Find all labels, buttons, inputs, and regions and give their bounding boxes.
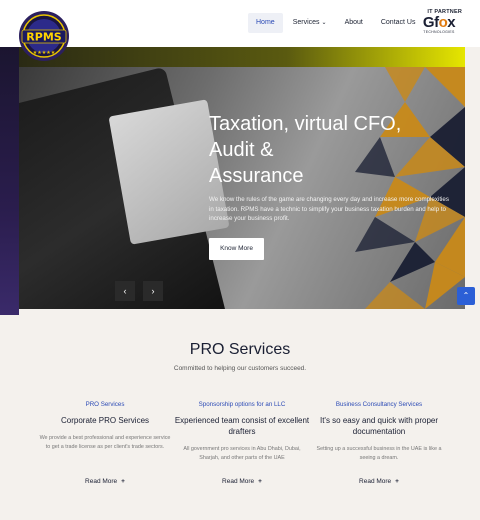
plus-icon: + <box>258 478 262 485</box>
section-subtitle: Committed to helping our customers succe… <box>173 365 307 372</box>
service-heading: It's so easy and quick with proper docum… <box>319 416 439 436</box>
left-decor-strip <box>0 47 19 315</box>
service-text: All government pro services in Abu Dhabi… <box>183 446 301 461</box>
read-more-link[interactable]: Read More + <box>174 478 310 485</box>
service-card: Sponsorship options for an LLC Experienc… <box>174 401 310 463</box>
service-text: Setting up a successful business in the … <box>316 446 442 461</box>
chevron-right-icon: › <box>151 286 155 296</box>
logo-text: RPMS <box>26 31 61 44</box>
nav-services[interactable]: Services ⌄ <box>285 13 335 33</box>
nav-home[interactable]: Home <box>248 13 283 33</box>
service-kicker: PRO Services <box>85 401 125 408</box>
service-card: PRO Services Corporate PRO Services We p… <box>37 401 173 452</box>
hero-title: Taxation, virtual CFO, Audit & Assurance <box>209 113 402 187</box>
hero-description: We know the rules of the game are changi… <box>209 196 449 222</box>
slider-next-button[interactable]: › <box>143 281 163 301</box>
read-more-link[interactable]: Read More + <box>37 478 173 485</box>
service-text: We provide a best professional and exper… <box>39 435 171 450</box>
plus-icon: + <box>121 478 125 485</box>
hero-top-band <box>19 47 465 67</box>
nav-services-label: Services <box>292 19 320 26</box>
service-kicker: Business Consultancy Services <box>335 401 423 408</box>
site-header: RPMS ★★★★★ Home Services ⌄ About Contact … <box>0 0 480 61</box>
service-heading: Corporate PRO Services <box>60 416 150 425</box>
chevron-left-icon: ‹ <box>123 286 127 296</box>
read-more-link[interactable]: Read More + <box>311 478 447 485</box>
hero-slider: Taxation, virtual CFO, Audit & Assurance… <box>19 67 465 309</box>
slider-prev-button[interactable]: ‹ <box>115 281 135 301</box>
nav-about[interactable]: About <box>337 13 371 33</box>
plus-icon: + <box>395 478 399 485</box>
service-card: Business Consultancy Services It's so ea… <box>311 401 447 463</box>
chevron-up-icon: ⌃ <box>462 291 470 300</box>
service-heading: Experienced team consist of excellent dr… <box>174 416 310 436</box>
main-nav: Home Services ⌄ About Contact Us <box>248 13 425 33</box>
section-title: PRO Services <box>189 341 291 358</box>
scroll-to-top-button[interactable]: ⌃ <box>457 287 475 305</box>
it-partner-logo[interactable]: IT PARTNER Gfox TECHNOLOGIES <box>416 9 462 34</box>
svg-text:★★★★★: ★★★★★ <box>33 50 56 56</box>
partner-sub: TECHNOLOGIES <box>423 30 455 34</box>
know-more-button[interactable]: Know More <box>209 238 264 260</box>
chevron-down-icon: ⌄ <box>321 20 327 26</box>
service-kicker: Sponsorship options for an LLC <box>198 401 286 408</box>
rpms-logo[interactable]: RPMS ★★★★★ <box>18 10 70 62</box>
partner-brand: Gfox <box>422 14 456 31</box>
